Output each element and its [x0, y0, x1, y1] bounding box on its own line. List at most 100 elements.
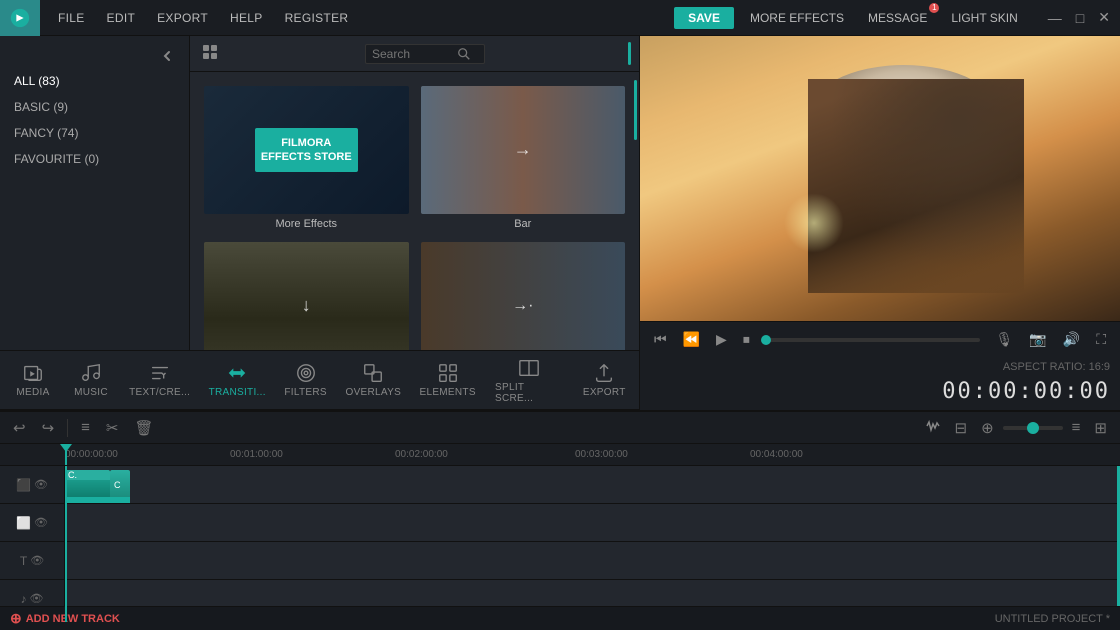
audio-track-icon: ⬜ [16, 516, 31, 530]
category-fancy[interactable]: FANCY (74) [0, 120, 189, 146]
scrollbar-thumb [634, 80, 637, 140]
search-icon [457, 47, 471, 61]
close-button[interactable]: ✕ [1092, 7, 1116, 28]
tool-transitions[interactable]: TRANSITI... [199, 356, 275, 404]
tool-music[interactable]: MUSIC [62, 356, 120, 404]
tool-split-screen[interactable]: SPLIT SCRE... [485, 351, 573, 410]
layout-button[interactable]: ⊞ [1089, 416, 1112, 440]
plus-icon: ⊕ [10, 610, 22, 627]
media-label: MEDIA [16, 387, 49, 398]
menu-file[interactable]: FILE [48, 7, 95, 29]
category-favourite[interactable]: FAVOURITE (0) [0, 146, 189, 172]
right-panel: ⏮ ⏪ ▶ ⏹ 🎙 📷 🔊 ⛶ ASPECT RATIO: 16:9 00:00… [640, 36, 1120, 410]
music-icon [80, 362, 102, 384]
person-silhouette [808, 79, 1024, 293]
ruler-mark-0: 00:00:00:00 [65, 449, 118, 460]
camera-button[interactable]: 📷 [1023, 327, 1052, 352]
delete-button[interactable]: 🗑 [130, 416, 159, 440]
text-label: TEXT/CRE... [129, 387, 190, 398]
back-button[interactable] [0, 44, 189, 68]
timeline-menu-button[interactable]: ≡ [1067, 416, 1086, 439]
preview-video [640, 36, 1120, 321]
menu-register[interactable]: REGISTER [275, 7, 359, 29]
cut-button[interactable]: ✂ [101, 416, 124, 440]
right-controls: SAVE MORE EFFECTS MESSAGE 1 LIGHT SKIN —… [674, 7, 1120, 29]
category-all[interactable]: ALL (83) [0, 68, 189, 94]
redo-button[interactable]: ↪ [37, 416, 60, 440]
video-clip[interactable]: C. [65, 470, 110, 500]
mic-button[interactable]: 🎙 [990, 327, 1020, 352]
text-track-eye[interactable]: 👁 [30, 554, 44, 567]
overlays-label: OVERLAYS [345, 387, 401, 398]
tool-text[interactable]: TEXT/CRE... [120, 356, 199, 404]
timeline-section: ↩ ↪ ≡ ✂ 🗑 ⊟ ⊕ ≡ ⊞ 00:00:00:00 0 [0, 410, 1120, 630]
zoom-slider[interactable] [1003, 426, 1063, 430]
notification-badge: 1 [929, 3, 939, 13]
ruler-mark-2: 00:02:00:00 [395, 449, 448, 460]
timeline-right-controls: ⊟ ⊕ ≡ ⊞ [920, 415, 1113, 441]
elements-icon [437, 362, 459, 384]
playhead-line [65, 444, 67, 465]
grid-view-button[interactable] [198, 42, 222, 65]
list-view-button[interactable]: ≡ [76, 416, 95, 439]
clip-text: C [114, 480, 121, 490]
effect-slide1[interactable] [198, 236, 415, 350]
tool-media[interactable]: MEDIA [4, 356, 62, 404]
effect-thumb-bar [421, 86, 626, 214]
music-track-eye[interactable]: 👁 [30, 592, 44, 605]
timeline-ruler: 00:00:00:00 00:01:00:00 00:02:00:00 00:0… [0, 444, 1120, 466]
message-notification[interactable]: MESSAGE 1 [860, 7, 935, 29]
split-screen-icon [518, 357, 540, 379]
more-effects-button[interactable]: MORE EFFECTS [742, 7, 852, 29]
fullscreen-button[interactable]: ⛶ [1090, 327, 1112, 352]
scroll-indicator [628, 42, 631, 65]
window-controls: — □ ✕ [1034, 7, 1116, 28]
lens-flare [784, 193, 844, 253]
export-label: EXPORT [583, 387, 626, 398]
effect-thumb-slide1 [204, 242, 409, 350]
tool-overlays[interactable]: OVERLAYS [336, 356, 410, 404]
tool-filters[interactable]: FILTERS [275, 356, 336, 404]
menu-edit[interactable]: EDIT [97, 7, 146, 29]
light-skin-button[interactable]: LIGHT SKIN [943, 7, 1025, 29]
music-label: MUSIC [74, 387, 108, 398]
waveform-button[interactable] [920, 415, 946, 441]
audio-track-eye[interactable]: 👁 [34, 516, 48, 529]
search-input[interactable] [372, 47, 457, 61]
zoom-out-button[interactable]: ⊟ [950, 416, 973, 440]
aspect-ratio-info: ASPECT RATIO: 16:9 [640, 357, 1120, 377]
overlays-icon [362, 362, 384, 384]
step-back-button[interactable]: ⏪ [677, 327, 706, 352]
restore-button[interactable]: □ [1070, 8, 1090, 28]
volume-button[interactable]: 🔊 [1057, 327, 1086, 352]
zoom-in-button[interactable]: ⊕ [976, 416, 999, 440]
timecode-display: 00:00:00:00 [640, 377, 1120, 410]
minimize-button[interactable]: — [1042, 8, 1068, 28]
category-basic[interactable]: BASIC (9) [0, 94, 189, 120]
save-button[interactable]: SAVE [674, 7, 734, 29]
effects-grid: FILMORAEFFECTS STORE More Effects Bar [190, 72, 639, 350]
effect-slide2[interactable] [415, 236, 632, 350]
track-headers: ⬛ 👁 ⬜ 👁 T 👁 ♪ 👁 [0, 466, 65, 622]
menu-help[interactable]: HELP [220, 7, 273, 29]
text-track-lane [65, 542, 1120, 580]
left-panel: ALL (83) BASIC (9) FANCY (74) FAVOURITE … [0, 36, 640, 410]
ruler-mark-4: 00:04:00:00 [750, 449, 803, 460]
progress-bar[interactable] [766, 338, 980, 342]
playhead-track [65, 466, 67, 622]
undo-button[interactable]: ↩ [8, 416, 31, 440]
video-clip-label[interactable]: C [110, 470, 130, 500]
effect-more-effects[interactable]: FILMORAEFFECTS STORE More Effects [198, 80, 415, 236]
preview-area [640, 36, 1120, 321]
stop-button[interactable]: ⏹ [737, 327, 756, 352]
menu-export[interactable]: EXPORT [147, 7, 218, 29]
goto-start-button[interactable]: ⏮ [648, 327, 673, 352]
track-content: C. C [65, 466, 1120, 622]
video-track-eye[interactable]: 👁 [34, 478, 48, 491]
play-button[interactable]: ▶ [710, 327, 733, 352]
tool-export[interactable]: EXPORT [573, 356, 635, 404]
tool-elements[interactable]: ELEMENTS [410, 356, 485, 404]
effect-bar[interactable]: Bar [415, 80, 632, 236]
audio-track-lane [65, 504, 1120, 542]
message-button[interactable]: MESSAGE [860, 7, 935, 29]
